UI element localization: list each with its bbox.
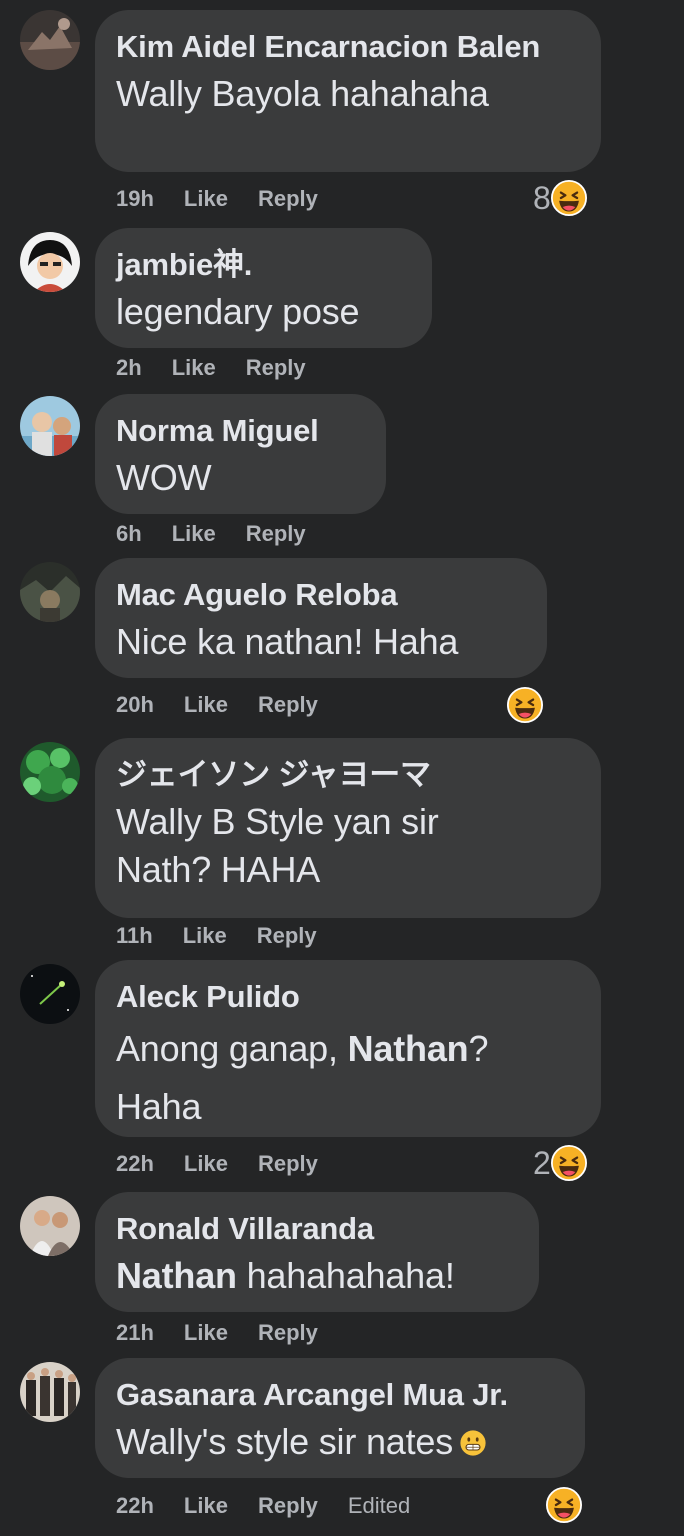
haha-emoji-icon — [551, 1145, 587, 1181]
comment-bubble: Ronald Villaranda Nathan hahahahaha! — [95, 1192, 539, 1312]
comment-bubble: Kim Aidel Encarnacion Balen Wally Bayola… — [95, 10, 601, 172]
comment-author[interactable]: Mac Aguelo Reloba — [116, 572, 525, 618]
like-button[interactable]: Like — [172, 521, 216, 547]
reaction-summary[interactable] — [507, 685, 543, 725]
reaction-summary[interactable]: 8 — [533, 178, 587, 218]
like-button[interactable]: Like — [184, 186, 228, 212]
comment-time[interactable]: 11h — [116, 923, 153, 949]
like-button[interactable]: Like — [184, 692, 228, 718]
mention-link[interactable]: Nathan — [348, 1028, 469, 1069]
grin-emoji-icon — [459, 1429, 487, 1457]
comment-bubble: jambie神. legendary pose — [95, 228, 432, 348]
reply-button[interactable]: Reply — [258, 1320, 318, 1346]
haha-emoji-icon — [507, 687, 543, 723]
reaction-count: 2 — [533, 1144, 551, 1181]
avatar[interactable] — [20, 1196, 80, 1256]
comment-text: Nice ka nathan! Haha — [116, 621, 459, 662]
reaction-count: 8 — [533, 179, 551, 216]
comment-time[interactable]: 19h — [116, 186, 154, 212]
haha-emoji-icon — [551, 180, 587, 216]
like-button[interactable]: Like — [184, 1320, 228, 1346]
comment-text: Wally's style sir nates — [116, 1418, 563, 1466]
avatar[interactable] — [20, 10, 80, 70]
comment-actions: 20h Like Reply — [116, 690, 348, 720]
reply-button[interactable]: Reply — [258, 186, 318, 212]
reply-button[interactable]: Reply — [258, 1151, 318, 1177]
comment-actions: 19h Like Reply — [116, 184, 348, 214]
comment-text-part: Wally's style sir nates — [116, 1421, 454, 1462]
comment-author[interactable]: ジェイソン ジャヨーマ — [116, 752, 579, 798]
comment-author[interactable]: Kim Aidel Encarnacion Balen — [116, 24, 579, 70]
comment-bubble: Aleck Pulido Anong ganap, Nathan? Haha — [95, 960, 601, 1137]
reply-button[interactable]: Reply — [258, 1493, 318, 1519]
comment-bubble: Mac Aguelo Reloba Nice ka nathan! Haha — [95, 558, 547, 678]
comment-bubble: ジェイソン ジャヨーマ Wally B Style yan sir Nath? … — [95, 738, 601, 918]
comment-author[interactable]: Gasanara Arcangel Mua Jr. — [116, 1372, 563, 1418]
comment-time[interactable]: 2h — [116, 355, 142, 381]
comment-time[interactable]: 20h — [116, 692, 154, 718]
comment-text-part: Anong ganap, — [116, 1028, 348, 1069]
comment-author[interactable]: jambie神. — [116, 242, 410, 288]
comment-thread: Kim Aidel Encarnacion Balen Wally Bayola… — [0, 0, 684, 1536]
comment-text: Wally B Style yan sir Nath? HAHA — [116, 801, 439, 890]
reply-button[interactable]: Reply — [258, 692, 318, 718]
like-button[interactable]: Like — [183, 923, 227, 949]
comment-time[interactable]: 22h — [116, 1151, 154, 1177]
comment-author[interactable]: Ronald Villaranda — [116, 1206, 517, 1252]
like-button[interactable]: Like — [184, 1493, 228, 1519]
avatar[interactable] — [20, 396, 80, 456]
avatar[interactable] — [20, 232, 80, 292]
comment-bubble: Gasanara Arcangel Mua Jr. Wally's style … — [95, 1358, 585, 1478]
avatar[interactable] — [20, 1362, 80, 1422]
comment-bubble: Norma Miguel WOW — [95, 394, 386, 514]
comment-text: Nathan hahahahaha! — [116, 1252, 517, 1300]
comment-actions: 21h Like Reply — [116, 1318, 348, 1348]
mention-link[interactable]: Nathan — [116, 1255, 237, 1296]
reply-button[interactable]: Reply — [246, 521, 306, 547]
comment-actions: 11h Like Reply — [116, 921, 347, 951]
comment-time[interactable]: 21h — [116, 1320, 154, 1346]
comment-text: legendary pose — [116, 291, 360, 332]
edited-label[interactable]: Edited — [348, 1493, 410, 1519]
avatar[interactable] — [20, 964, 80, 1024]
comment-author[interactable]: Norma Miguel — [116, 408, 364, 454]
comment-text: WOW — [116, 457, 212, 498]
reaction-summary[interactable]: 2 — [533, 1143, 587, 1183]
comment-author[interactable]: Aleck Pulido — [116, 974, 579, 1020]
like-button[interactable]: Like — [172, 355, 216, 381]
haha-emoji-icon — [546, 1487, 582, 1523]
avatar[interactable] — [20, 742, 80, 802]
avatar[interactable] — [20, 562, 80, 622]
comment-text: Wally Bayola hahahaha — [116, 73, 489, 114]
comment-actions: 22h Like Reply Edited — [116, 1491, 440, 1521]
comment-actions: 2h Like Reply — [116, 353, 336, 383]
reply-button[interactable]: Reply — [246, 355, 306, 381]
comment-actions: 6h Like Reply — [116, 519, 336, 549]
comment-time[interactable]: 6h — [116, 521, 142, 547]
comment-time[interactable]: 22h — [116, 1493, 154, 1519]
comment-actions: 22h Like Reply — [116, 1149, 348, 1179]
reaction-summary[interactable] — [546, 1485, 582, 1525]
comment-text-part: hahahahaha! — [236, 1255, 455, 1296]
reply-button[interactable]: Reply — [257, 923, 317, 949]
comment-text: Anong ganap, Nathan? Haha — [116, 1020, 566, 1136]
like-button[interactable]: Like — [184, 1151, 228, 1177]
